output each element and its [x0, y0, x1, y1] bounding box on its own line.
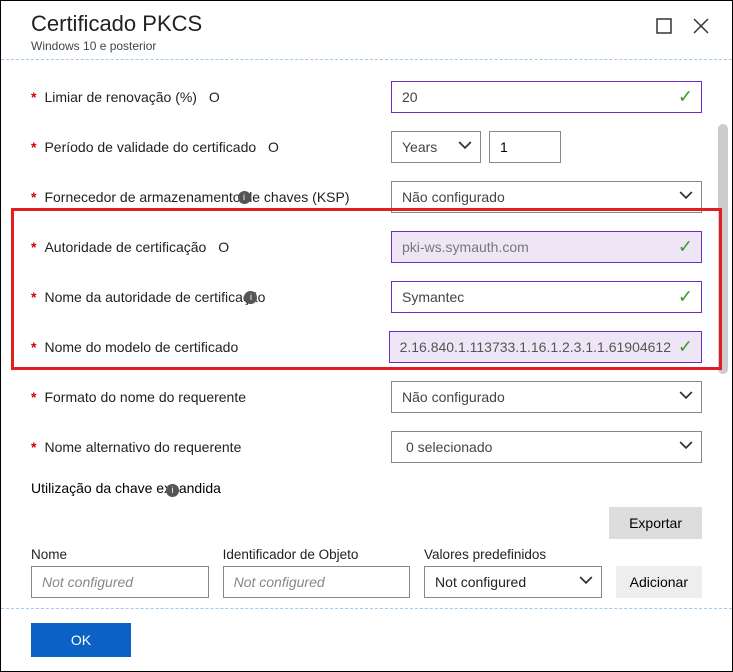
chevron-down-icon	[458, 139, 472, 156]
subject-format-select[interactable]: Não configurado	[391, 381, 702, 413]
page-title: Certificado PKCS	[31, 11, 202, 37]
eku-name-input[interactable]: Not configured	[31, 566, 209, 598]
chevron-down-icon	[579, 573, 593, 590]
close-icon[interactable]	[692, 17, 710, 40]
maximize-icon[interactable]	[656, 18, 672, 39]
subject-format-label: Formato do nome do requerente	[44, 389, 246, 405]
eku-col-preset: Valores predefinidos	[424, 547, 602, 562]
ca-input[interactable]: pki-ws.symauth.com ✓	[391, 231, 702, 263]
template-label: Nome do modelo de certificado	[44, 339, 238, 355]
scrollbar[interactable]	[718, 124, 728, 374]
validity-unit-select[interactable]: Years	[391, 131, 481, 163]
eku-col-oid: Identificador de Objeto	[223, 547, 410, 562]
ca-label: Autoridade de certificação	[44, 239, 206, 255]
check-icon: ✓	[678, 87, 693, 108]
ca-name-label: Nome da autoridade de certificação	[44, 289, 265, 305]
ksp-select[interactable]: Não configurado	[391, 181, 702, 213]
eku-col-name: Nome	[31, 547, 209, 562]
validity-label: Período de validade do certificado	[44, 139, 256, 155]
chevron-down-icon	[679, 189, 693, 206]
check-icon: ✓	[678, 237, 693, 258]
renewal-label: Limiar de renovação (%)	[44, 89, 197, 105]
template-input[interactable]: 2.16.840.1.113733.1.16.1.2.3.1.1.6190461…	[389, 331, 702, 363]
ksp-label: Fornecedor de armazenamento de chaves (K…	[44, 189, 349, 205]
san-select[interactable]: 0 selecionado	[391, 431, 702, 463]
eku-oid-input[interactable]: Not configured	[223, 566, 410, 598]
check-icon: ✓	[678, 287, 693, 308]
check-icon: ✓	[678, 337, 693, 358]
eku-preset-select[interactable]: Not configured	[424, 566, 602, 598]
san-label: Nome alternativo do requerente	[44, 439, 241, 455]
ca-name-input[interactable]: Symantec ✓	[391, 281, 702, 313]
page-subtitle: Windows 10 e posterior	[31, 39, 202, 53]
ok-button[interactable]: OK	[31, 623, 131, 657]
chevron-down-icon	[679, 389, 693, 406]
eku-title: Utilização da chave expandida	[31, 480, 221, 496]
info-icon[interactable]: i	[166, 484, 179, 497]
validity-value-input[interactable]: 1	[489, 131, 561, 163]
info-icon[interactable]: i	[244, 291, 257, 304]
renewal-input[interactable]: 20 ✓	[391, 81, 702, 113]
chevron-down-icon	[679, 439, 693, 456]
add-button[interactable]: Adicionar	[616, 566, 702, 598]
info-icon[interactable]: i	[238, 191, 251, 204]
export-button[interactable]: Exportar	[609, 507, 702, 539]
